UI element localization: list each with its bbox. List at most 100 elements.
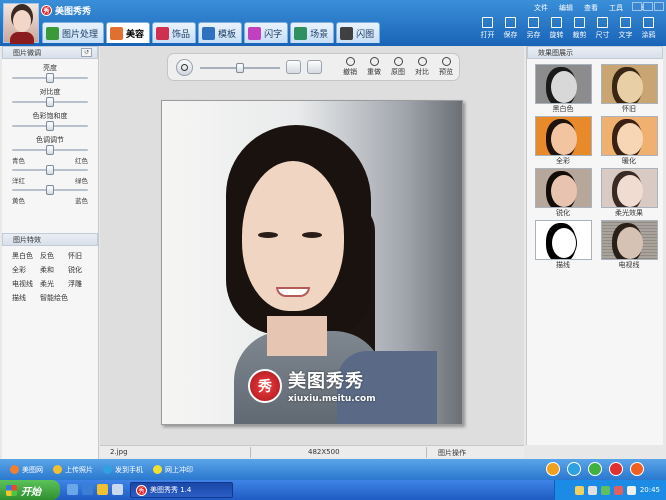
toolbar-button-resize[interactable]: 尺寸 bbox=[591, 17, 614, 40]
share-icon[interactable] bbox=[546, 462, 560, 476]
toolbar-button-open[interactable]: 打开 bbox=[476, 17, 499, 40]
effect-preview[interactable]: 暖化 bbox=[600, 116, 658, 166]
maximize-button[interactable] bbox=[643, 2, 653, 11]
effect-item[interactable]: 描线 bbox=[12, 293, 37, 303]
qq-icon[interactable] bbox=[97, 484, 108, 495]
right-panel: 效果图展示 黑白色 怀旧 全彩 暖化 锐化 柔光效果 描线 电视线 bbox=[526, 46, 663, 445]
effect-preview[interactable]: 怀旧 bbox=[600, 64, 658, 114]
zoom-knob[interactable] bbox=[236, 63, 244, 73]
tray-icon[interactable] bbox=[600, 485, 610, 495]
menu-tools[interactable]: 工具 bbox=[609, 3, 623, 13]
effect-thumbnail[interactable] bbox=[534, 168, 592, 208]
effect-thumbnail[interactable] bbox=[534, 220, 592, 260]
menu-file[interactable]: 文件 bbox=[534, 3, 548, 13]
effect-item[interactable]: 全彩 bbox=[12, 265, 37, 275]
slider-knob[interactable] bbox=[46, 165, 54, 175]
watermark-logo: 秀 bbox=[248, 368, 282, 403]
tray-icon[interactable] bbox=[574, 485, 584, 495]
effect-thumbnail[interactable] bbox=[600, 116, 658, 156]
effect-thumbnail[interactable] bbox=[600, 168, 658, 208]
adjust-slider[interactable] bbox=[12, 97, 88, 107]
tab-5[interactable]: 闪字 bbox=[244, 22, 289, 43]
bottom-link[interactable]: 发到手机 bbox=[103, 465, 143, 475]
effect-thumbnail[interactable] bbox=[600, 220, 658, 260]
effect-item[interactable]: 浮雕 bbox=[68, 279, 93, 289]
effect-item[interactable]: 怀旧 bbox=[68, 251, 93, 261]
menu-view[interactable]: 查看 bbox=[584, 3, 598, 13]
close-button[interactable] bbox=[654, 2, 664, 11]
tab-7[interactable]: 闪图 bbox=[336, 22, 381, 43]
effect-preview[interactable]: 锐化 bbox=[534, 168, 592, 218]
share-icon[interactable] bbox=[567, 462, 581, 476]
edited-photo[interactable]: 秀 美图秀秀 xiuxiu.meitu.com bbox=[161, 100, 463, 425]
toolbar-button-doodle[interactable]: 涂鸦 bbox=[637, 17, 660, 40]
tray-icon[interactable] bbox=[613, 485, 623, 495]
bottom-link[interactable]: 网上冲印 bbox=[153, 465, 193, 475]
effect-item[interactable]: 电视线 bbox=[12, 279, 37, 289]
effect-preview[interactable]: 全彩 bbox=[534, 116, 592, 166]
desktop-icon[interactable] bbox=[67, 484, 78, 495]
effect-thumbnail[interactable] bbox=[534, 64, 592, 104]
toolbar-button-crop[interactable]: 裁剪 bbox=[568, 17, 591, 40]
effect-item[interactable]: 锐化 bbox=[68, 265, 93, 275]
toolbar-button-save-as[interactable]: 另存 bbox=[522, 17, 545, 40]
action-button[interactable]: 撤销 bbox=[340, 57, 360, 77]
effect-thumbnail[interactable] bbox=[600, 64, 658, 104]
effect-item[interactable]: 反色 bbox=[40, 251, 65, 261]
explorer-icon[interactable] bbox=[112, 484, 123, 495]
bottom-link[interactable]: 美图网 bbox=[10, 465, 43, 475]
action-button[interactable]: 重做 bbox=[364, 57, 384, 77]
action-button[interactable]: 原图 bbox=[388, 57, 408, 77]
effect-item[interactable]: 柔和 bbox=[40, 265, 65, 275]
toolbar-button-save[interactable]: 保存 bbox=[499, 17, 522, 40]
zoom-slider[interactable] bbox=[200, 63, 280, 73]
bottom-link-label: 上传照片 bbox=[65, 465, 93, 474]
effect-preview[interactable]: 黑白色 bbox=[534, 64, 592, 114]
effect-preview[interactable]: 柔光效果 bbox=[600, 168, 658, 218]
taskbar-window-button[interactable]: 秀 美图秀秀 1.4 bbox=[130, 482, 233, 498]
adjust-slider[interactable] bbox=[12, 121, 88, 131]
tone-slider[interactable] bbox=[12, 145, 88, 155]
slider-knob[interactable] bbox=[46, 73, 54, 83]
toolbar-label: 保存 bbox=[503, 31, 518, 39]
effect-preview[interactable]: 描线 bbox=[534, 220, 592, 270]
minimize-button[interactable] bbox=[632, 2, 642, 11]
share-icon[interactable] bbox=[588, 462, 602, 476]
tab-label: 闪图 bbox=[356, 29, 375, 40]
effect-item[interactable]: 智能绘色 bbox=[40, 293, 93, 303]
reset-icon[interactable]: ↺ bbox=[81, 48, 92, 57]
accessory-icon bbox=[156, 26, 170, 40]
start-button[interactable]: 开始 bbox=[0, 480, 60, 500]
toolbar-button-rotate[interactable]: 旋转 bbox=[545, 17, 568, 40]
tab-2[interactable]: 美容 bbox=[106, 22, 151, 43]
effect-item[interactable]: 黑白色 bbox=[12, 251, 37, 261]
tab-4[interactable]: 模板 bbox=[198, 22, 243, 43]
tray-icon[interactable] bbox=[587, 485, 597, 495]
effect-thumbnail[interactable] bbox=[534, 116, 592, 156]
action-button[interactable]: 预览 bbox=[436, 57, 456, 77]
volume-icon[interactable] bbox=[626, 485, 636, 495]
effect-preview[interactable]: 电视线 bbox=[600, 220, 658, 270]
share-icon[interactable] bbox=[630, 462, 644, 476]
fit-button[interactable] bbox=[286, 60, 301, 74]
tab-6[interactable]: 场景 bbox=[290, 22, 335, 43]
slider-knob[interactable] bbox=[46, 145, 54, 155]
action-button[interactable]: 对比 bbox=[412, 57, 432, 77]
browser-icon[interactable] bbox=[82, 484, 93, 495]
adjust-slider[interactable] bbox=[12, 73, 88, 83]
effect-item[interactable]: 柔光 bbox=[40, 279, 65, 289]
tab-3[interactable]: 饰品 bbox=[152, 22, 197, 43]
slider-knob[interactable] bbox=[46, 97, 54, 107]
share-icon[interactable] bbox=[609, 462, 623, 476]
slider-knob[interactable] bbox=[46, 121, 54, 131]
tab-label: 模板 bbox=[218, 29, 237, 40]
tone-slider[interactable] bbox=[12, 185, 88, 195]
actual-size-button[interactable] bbox=[307, 60, 322, 74]
bottom-link[interactable]: 上传照片 bbox=[53, 465, 93, 475]
menu-edit[interactable]: 编辑 bbox=[559, 3, 573, 13]
tone-slider[interactable] bbox=[12, 165, 88, 175]
zoom-icon[interactable] bbox=[176, 59, 193, 76]
tab-1[interactable]: 图片处理 bbox=[42, 22, 105, 43]
toolbar-button-text[interactable]: 文字 bbox=[614, 17, 637, 40]
slider-knob[interactable] bbox=[46, 185, 54, 195]
